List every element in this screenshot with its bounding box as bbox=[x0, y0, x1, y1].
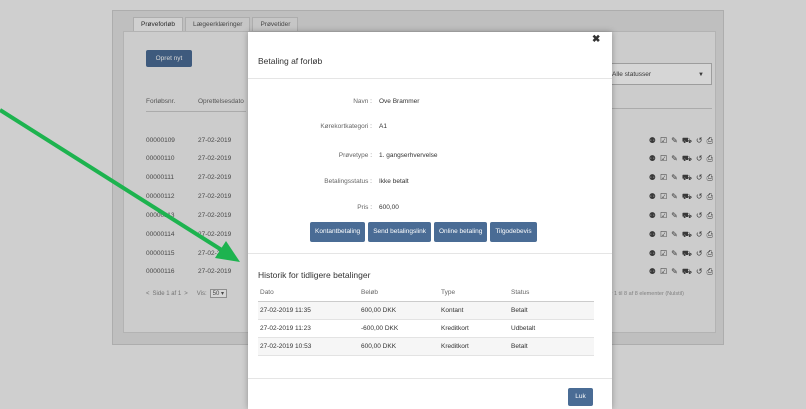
history-date: 27-02-2019 11:35 bbox=[258, 301, 359, 320]
history-amount: -600,00 DKK bbox=[359, 319, 439, 338]
field-license-category: Kørekortkategori : A1 bbox=[248, 123, 612, 135]
history-type: Kreditkort bbox=[439, 319, 509, 338]
field-payment-status-label: Betalingsstatus : bbox=[324, 178, 372, 185]
history-status: Udbetalt bbox=[509, 319, 594, 338]
history-col-type: Type bbox=[439, 285, 509, 302]
credit-note-button[interactable]: Tilgodebevis bbox=[490, 222, 537, 242]
field-payment-status-value: Ikke betalt bbox=[379, 178, 409, 185]
field-payment-status: Betalingsstatus : Ikke betalt bbox=[248, 178, 612, 190]
field-name: Navn : Ove Brammer bbox=[248, 98, 612, 110]
field-license-category-label: Kørekortkategori : bbox=[320, 123, 372, 130]
send-payment-link-button[interactable]: Send betalingslink bbox=[368, 222, 431, 242]
history-amount: 600,00 DKK bbox=[359, 301, 439, 320]
history-amount: 600,00 DKK bbox=[359, 337, 439, 356]
history-status: Betalt bbox=[509, 337, 594, 356]
actions-divider bbox=[248, 253, 612, 254]
history-date: 27-02-2019 11:23 bbox=[258, 319, 359, 338]
field-name-value: Ove Brammer bbox=[379, 98, 420, 105]
close-icon[interactable]: ✖ bbox=[592, 34, 600, 45]
cash-payment-button[interactable]: Kontantbetaling bbox=[310, 222, 366, 242]
modal-header-divider bbox=[248, 78, 612, 79]
online-payment-button[interactable]: Online betaling bbox=[433, 222, 488, 242]
field-price-value: 600,00 bbox=[379, 204, 399, 211]
field-license-category-value: A1 bbox=[379, 123, 387, 130]
field-price-label: Pris : bbox=[357, 204, 372, 211]
history-title: Historik for tidligere betalinger bbox=[258, 270, 371, 280]
close-button[interactable]: Luk bbox=[568, 388, 593, 406]
payment-modal: ✖ Betaling af forløb Navn : Ove Brammer … bbox=[248, 32, 612, 409]
field-test-type: Prøvetype : 1. gangserhvervelse bbox=[248, 152, 612, 164]
history-status: Betalt bbox=[509, 301, 594, 320]
history-col-amount: Beløb bbox=[359, 285, 439, 302]
field-name-label: Navn : bbox=[353, 98, 372, 105]
history-col-status: Status bbox=[509, 285, 594, 302]
field-price: Pris : 600,00 bbox=[248, 204, 612, 216]
history-header-row: Dato Beløb Type Status bbox=[258, 285, 594, 302]
history-type: Kreditkort bbox=[439, 337, 509, 356]
payment-actions: Kontantbetaling Send betalingslink Onlin… bbox=[310, 222, 537, 242]
payment-history-table: Dato Beløb Type Status 27-02-2019 11:35 … bbox=[258, 285, 594, 356]
table-row: 27-02-2019 11:23 -600,00 DKK Kreditkort … bbox=[258, 319, 594, 338]
modal-footer-divider bbox=[248, 378, 612, 379]
history-date: 27-02-2019 10:53 bbox=[258, 337, 359, 356]
history-type: Kontant bbox=[439, 301, 509, 320]
modal-title: Betaling af forløb bbox=[258, 56, 323, 66]
table-row: 27-02-2019 11:35 600,00 DKK Kontant Beta… bbox=[258, 301, 594, 320]
table-row: 27-02-2019 10:53 600,00 DKK Kreditkort B… bbox=[258, 337, 594, 356]
field-test-type-label: Prøvetype : bbox=[338, 152, 372, 159]
history-col-date: Dato bbox=[258, 285, 359, 302]
field-test-type-value: 1. gangserhvervelse bbox=[379, 152, 438, 159]
